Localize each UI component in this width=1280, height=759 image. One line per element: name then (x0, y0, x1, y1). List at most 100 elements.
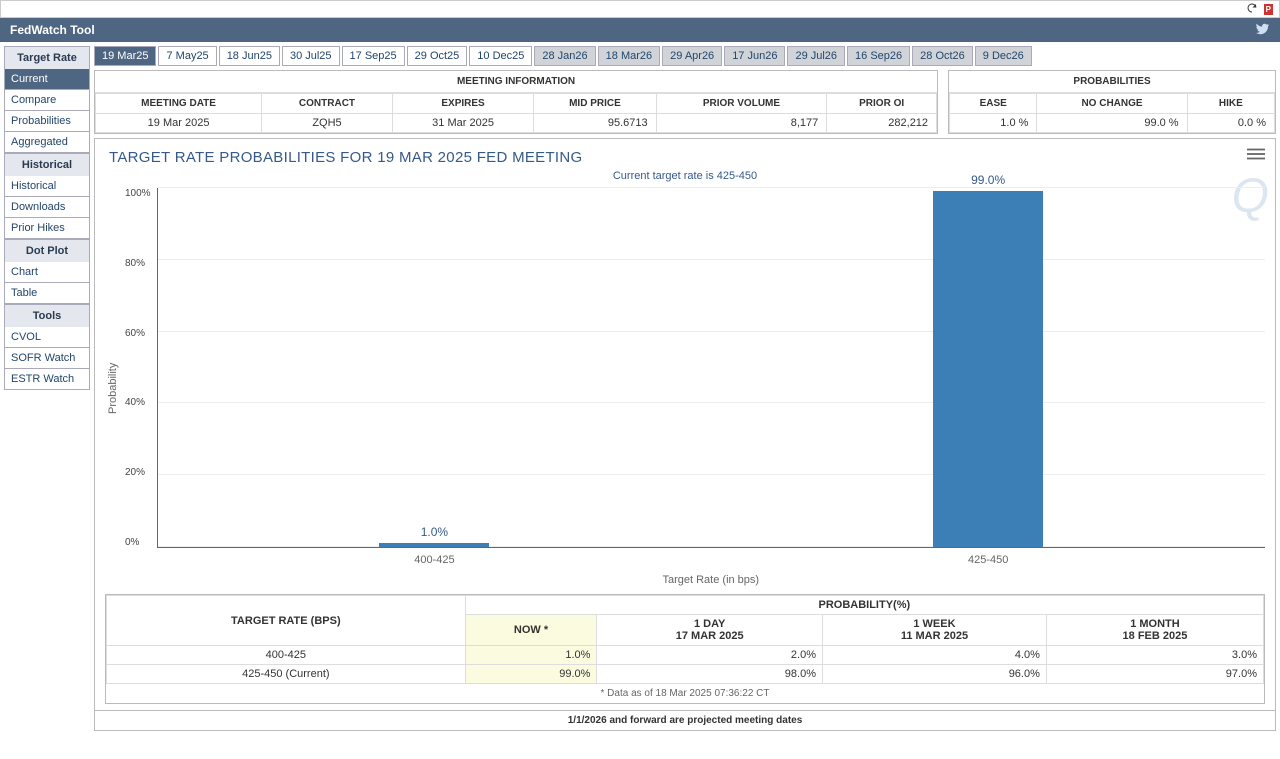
tab-29-jul26[interactable]: 29 Jul26 (787, 46, 845, 66)
ps-header: HIKE (1187, 94, 1274, 114)
ps-cell: 99.0 % (1037, 114, 1187, 133)
y-axis-label: Probability (105, 188, 123, 588)
probability-history-table: TARGET RATE (BPS)PROBABILITY(%)NOW *1 DA… (105, 594, 1265, 704)
y-tick: 80% (125, 258, 151, 269)
hist-cell: 99.0% (465, 665, 597, 684)
tab-28-jan26[interactable]: 28 Jan26 (534, 46, 595, 66)
bar-label: 99.0% (928, 173, 1048, 187)
sidebar-item-sofr-watch[interactable]: SOFR Watch (4, 348, 90, 369)
x-axis-label: Target Rate (in bps) (157, 574, 1265, 586)
chart-menu-icon[interactable] (1247, 147, 1265, 164)
data-as-of-footnote: * Data as of 18 Mar 2025 07:36:22 CT (106, 684, 1264, 703)
mi-cell: 31 Mar 2025 (392, 114, 533, 133)
x-category: 425-450 (928, 554, 1048, 566)
mi-cell: 95.6713 (534, 114, 656, 133)
tab-30-jul25[interactable]: 30 Jul25 (282, 46, 340, 66)
sidebar-item-prior-hikes[interactable]: Prior Hikes (4, 218, 90, 239)
mi-header: MEETING DATE (96, 94, 262, 114)
mi-cell: 282,212 (827, 114, 937, 133)
tab-9-dec26[interactable]: 9 Dec26 (975, 46, 1032, 66)
chart-panel: TARGET RATE PROBABILITIES FOR 19 MAR 202… (94, 138, 1276, 711)
sidebar-item-downloads[interactable]: Downloads (4, 197, 90, 218)
tab-18-mar26[interactable]: 18 Mar26 (598, 46, 660, 66)
y-tick: 20% (125, 467, 151, 478)
ps-header: NO CHANGE (1037, 94, 1187, 114)
hist-cell: 3.0% (1046, 646, 1263, 665)
meeting-info-title: MEETING INFORMATION (95, 71, 937, 93)
y-tick: 100% (125, 188, 151, 199)
twitter-icon[interactable] (1254, 21, 1270, 40)
sidebar-section-tools: Tools (4, 304, 90, 327)
tab-29-apr26[interactable]: 29 Apr26 (662, 46, 722, 66)
top-utility-bar: P (0, 0, 1280, 18)
projected-dates-note: 1/1/2026 and forward are projected meeti… (94, 711, 1276, 731)
sidebar-item-current[interactable]: Current (4, 69, 90, 90)
y-tick: 0% (125, 537, 151, 548)
bar-425-450 (933, 191, 1043, 547)
probabilities-summary-panel: PROBABILITIES EASENO CHANGEHIKE 1.0 %99.… (948, 70, 1276, 134)
sidebar: Target RateCurrentCompareProbabilitiesAg… (4, 46, 90, 731)
tab-28-oct26[interactable]: 28 Oct26 (912, 46, 973, 66)
app-title-bar: FedWatch Tool (0, 18, 1280, 42)
prob-summary-title: PROBABILITIES (949, 71, 1275, 93)
mi-header: CONTRACT (262, 94, 393, 114)
sidebar-item-aggregated[interactable]: Aggregated (4, 132, 90, 153)
hist-cell: 4.0% (823, 646, 1047, 665)
hist-cell: 1.0% (465, 646, 597, 665)
mi-header: PRIOR VOLUME (656, 94, 827, 114)
tab-17-sep25[interactable]: 17 Sep25 (342, 46, 405, 66)
hist-cell: 2.0% (597, 646, 823, 665)
y-tick: 60% (125, 328, 151, 339)
bar-400-425 (379, 543, 489, 547)
mi-cell: 8,177 (656, 114, 827, 133)
hist-row-label: 425-450 (Current) (107, 665, 466, 684)
tab-17-jun26[interactable]: 17 Jun26 (724, 46, 785, 66)
mi-header: PRIOR OI (827, 94, 937, 114)
tab-19-mar25[interactable]: 19 Mar25 (94, 46, 156, 66)
chart-plot-area: 1.0%400-42599.0%425-450 (157, 188, 1265, 548)
sidebar-item-estr-watch[interactable]: ESTR Watch (4, 369, 90, 390)
ps-cell: 0.0 % (1187, 114, 1274, 133)
hist-cell: 98.0% (597, 665, 823, 684)
tab-10-dec25[interactable]: 10 Dec25 (469, 46, 532, 66)
sidebar-item-cvol[interactable]: CVOL (4, 327, 90, 348)
x-category: 400-425 (374, 554, 494, 566)
sidebar-item-chart[interactable]: Chart (4, 262, 90, 283)
sidebar-section-historical: Historical (4, 153, 90, 176)
hist-header-target: TARGET RATE (BPS) (107, 596, 466, 646)
hist-cell: 96.0% (823, 665, 1047, 684)
chart-title: TARGET RATE PROBABILITIES FOR 19 MAR 202… (105, 145, 1265, 168)
tab-7-may25[interactable]: 7 May25 (158, 46, 216, 66)
chart-subtitle: Current target rate is 425-450 (105, 168, 1265, 188)
ps-header: EASE (950, 94, 1037, 114)
tab-29-oct25[interactable]: 29 Oct25 (407, 46, 468, 66)
sidebar-item-compare[interactable]: Compare (4, 90, 90, 111)
main-content: 19 Mar257 May2518 Jun2530 Jul2517 Sep252… (94, 46, 1276, 731)
hist-subheader: 1 DAY17 MAR 2025 (597, 615, 823, 646)
sidebar-item-historical[interactable]: Historical (4, 176, 90, 197)
y-tick: 40% (125, 397, 151, 408)
hist-subheader: NOW * (465, 615, 597, 646)
hist-subheader: 1 WEEK11 MAR 2025 (823, 615, 1047, 646)
sidebar-section-dot-plot: Dot Plot (4, 239, 90, 262)
sidebar-item-table[interactable]: Table (4, 283, 90, 304)
bar-label: 1.0% (374, 525, 494, 539)
pdf-icon[interactable]: P (1264, 4, 1273, 15)
hist-row-label: 400-425 (107, 646, 466, 665)
hist-subheader: 1 MONTH18 FEB 2025 (1046, 615, 1263, 646)
meeting-info-panel: MEETING INFORMATION MEETING DATECONTRACT… (94, 70, 938, 134)
refresh-icon[interactable] (1246, 2, 1258, 17)
tab-16-sep26[interactable]: 16 Sep26 (847, 46, 910, 66)
hist-header-prob: PROBABILITY(%) (465, 596, 1263, 615)
mi-header: EXPIRES (392, 94, 533, 114)
mi-header: MID PRICE (534, 94, 656, 114)
sidebar-section-target-rate: Target Rate (4, 46, 90, 69)
meeting-date-tabs: 19 Mar257 May2518 Jun2530 Jul2517 Sep252… (94, 46, 1276, 66)
mi-cell: ZQH5 (262, 114, 393, 133)
ps-cell: 1.0 % (950, 114, 1037, 133)
y-axis-ticks: 100% 80% 60% 40% 20% 0% (123, 188, 157, 548)
app-title: FedWatch Tool (10, 23, 95, 37)
tab-18-jun25[interactable]: 18 Jun25 (219, 46, 280, 66)
sidebar-item-probabilities[interactable]: Probabilities (4, 111, 90, 132)
mi-cell: 19 Mar 2025 (96, 114, 262, 133)
